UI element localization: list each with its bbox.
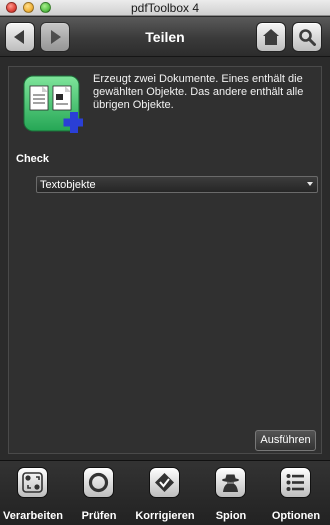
check-label: Check [16,153,50,165]
tab-optionen[interactable]: Optionen [263,465,329,525]
check-select[interactable]: Textobjekte [36,176,318,193]
correct-icon [149,467,180,498]
chevron-down-icon [307,182,313,186]
inspect-icon [83,467,114,498]
toolbar: Teilen [0,17,330,57]
magnifier-icon [299,29,316,46]
tab-label: Korrigieren [135,510,195,522]
process-icon [17,467,48,498]
search-button[interactable] [292,22,322,52]
tab-label: Optionen [271,510,321,522]
arrow-right-icon [51,30,61,44]
bottom-tabbar: Verarbeiten Prüfen Korrigieren Spion Opt… [0,460,330,525]
home-icon [263,29,279,45]
arrow-left-icon [14,30,24,44]
options-list-icon [280,467,311,498]
tab-verarbeiten[interactable]: Verarbeiten [0,465,66,525]
action-description: Erzeugt zwei Dokumente. Eines enthält di… [93,73,304,111]
back-button[interactable] [5,22,35,52]
tab-label: Spion [215,510,247,522]
view-title: Teilen [145,29,185,45]
forward-button[interactable] [40,22,70,52]
run-button[interactable]: Ausführen [255,430,316,451]
tab-korrigieren[interactable]: Korrigieren [132,465,198,525]
tab-label: Verarbeiten [3,510,63,522]
check-select-value: Textobjekte [40,179,96,191]
window-titlebar: pdfToolbox 4 [0,0,330,16]
spy-icon [215,467,246,498]
tab-spion[interactable]: Spion [198,465,264,525]
home-button[interactable] [256,22,286,52]
tab-pruefen[interactable]: Prüfen [66,465,132,525]
tab-label: Prüfen [81,510,117,522]
action-panel: Erzeugt zwei Dokumente. Eines enthält di… [8,66,322,454]
window-title: pdfToolbox 4 [130,1,200,15]
split-documents-icon [23,75,83,133]
